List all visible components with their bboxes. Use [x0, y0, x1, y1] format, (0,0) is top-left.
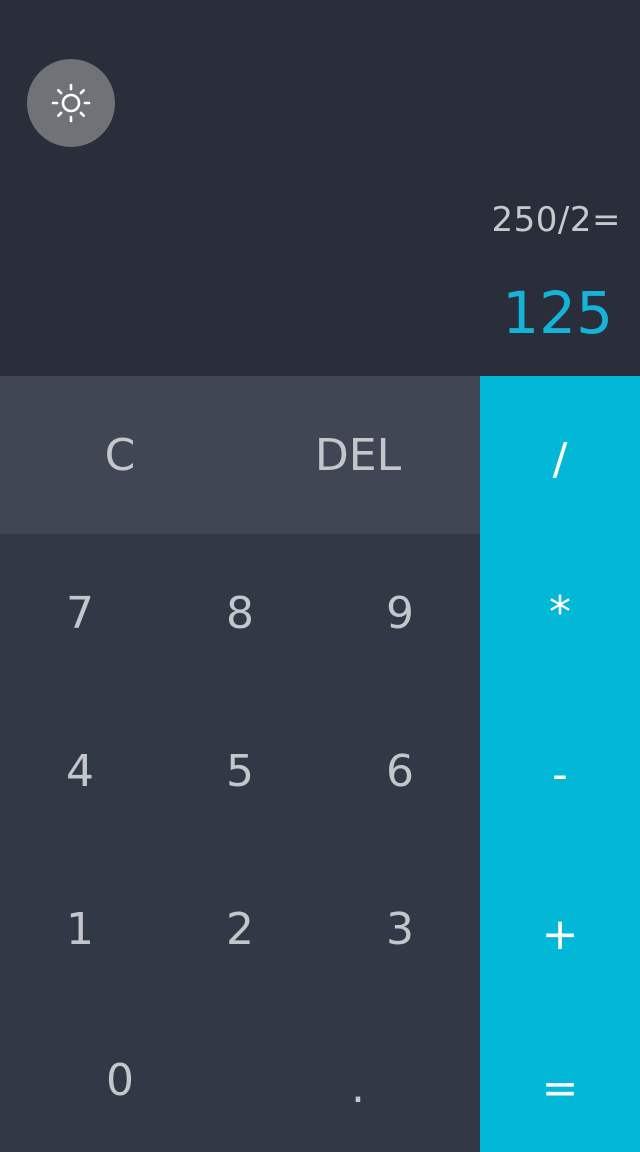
digit-2-button[interactable]: 2	[160, 850, 320, 1008]
clear-button[interactable]: C	[40, 376, 200, 534]
display-panel: 250/2= 125	[0, 0, 640, 376]
digit-0-button[interactable]: 0	[40, 1008, 200, 1152]
decimal-button[interactable]: .	[278, 1008, 438, 1152]
digit-1-button[interactable]: 1	[0, 850, 160, 1008]
theme-toggle-button[interactable]	[27, 59, 115, 147]
delete-button[interactable]: DEL	[278, 376, 438, 534]
operator-column: / * - + =	[480, 376, 640, 1152]
equals-button[interactable]: =	[480, 1014, 640, 1152]
sun-icon	[51, 83, 91, 123]
digit-5-button[interactable]: 5	[160, 692, 320, 850]
digit-6-button[interactable]: 6	[320, 692, 480, 850]
digit-7-button[interactable]: 7	[0, 534, 160, 692]
divide-button[interactable]: /	[480, 376, 640, 542]
number-keypad: C DEL 7 8 9 4 5 6 1 2 3 0 .	[0, 376, 480, 1152]
expression-text: 250/2=	[491, 200, 621, 240]
digit-9-button[interactable]: 9	[320, 534, 480, 692]
function-row: C DEL	[0, 376, 480, 534]
digit-3-button[interactable]: 3	[320, 850, 480, 1008]
result-text: 125	[502, 279, 613, 347]
add-button[interactable]: +	[480, 854, 640, 1014]
multiply-button[interactable]: *	[480, 542, 640, 682]
digit-4-button[interactable]: 4	[0, 692, 160, 850]
calculator-app: 250/2= 125 C DEL 7 8 9 4 5 6 1 2 3 0 . /…	[0, 0, 640, 1152]
subtract-button[interactable]: -	[480, 694, 640, 854]
digit-8-button[interactable]: 8	[160, 534, 320, 692]
